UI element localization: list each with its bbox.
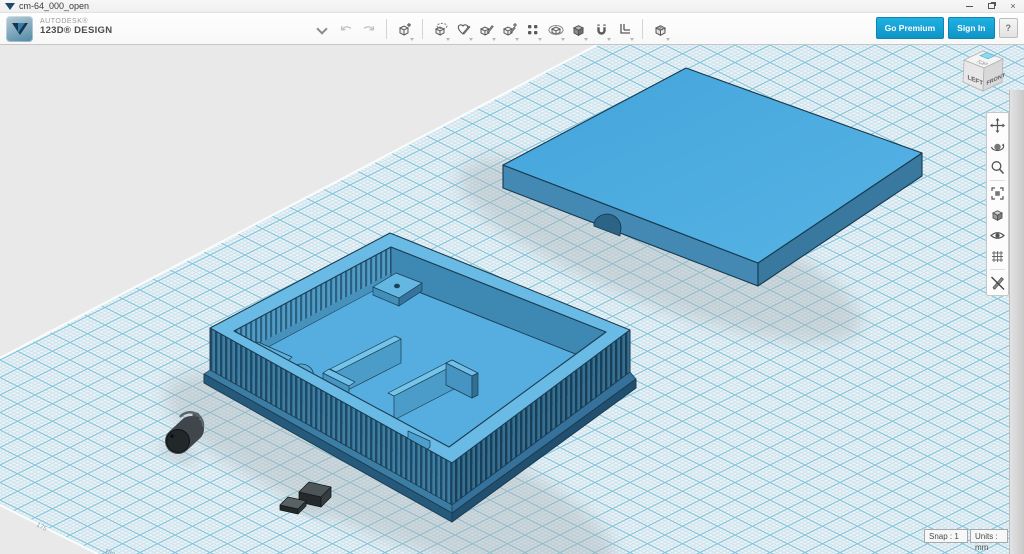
toolbar-separator — [642, 19, 643, 39]
close-button[interactable]: × — [1002, 0, 1024, 12]
pattern-button[interactable] — [521, 16, 544, 42]
scene-canvas: 175 180 — [0, 45, 1024, 554]
fit-button[interactable] — [987, 183, 1008, 204]
main-menu-chevron-icon[interactable] — [316, 23, 327, 34]
window-title: cm-64_000_open — [19, 1, 89, 11]
sign-in-button[interactable]: Sign In — [948, 17, 994, 39]
material-icon — [652, 21, 669, 38]
restore-button[interactable] — [980, 0, 1002, 12]
ruler-icon — [616, 21, 633, 38]
hide-sketches-button[interactable] — [987, 272, 1008, 293]
brand-block: AUTODESK® 123D® DESIGN — [40, 18, 112, 36]
snap-button[interactable] — [590, 16, 613, 42]
app-icon — [5, 3, 15, 10]
go-premium-button[interactable]: Go Premium — [876, 17, 945, 39]
pattern-icon — [524, 21, 541, 38]
redo-button[interactable] — [357, 16, 380, 42]
combine-button[interactable] — [567, 16, 590, 42]
pencil-slash-icon — [989, 274, 1006, 291]
zoom-button[interactable] — [987, 157, 1008, 178]
main-toolbar: AUTODESK® 123D® DESIGN — [0, 13, 1024, 45]
fit-icon — [989, 185, 1006, 202]
right-panel-strip[interactable] — [1009, 90, 1024, 554]
grid-toggle-button[interactable] — [987, 246, 1008, 267]
modify-button[interactable] — [498, 16, 521, 42]
restore-icon — [988, 3, 995, 9]
construct-icon — [478, 21, 495, 38]
account-buttons: Go Premium Sign In ? — [876, 17, 1018, 39]
construct-button[interactable] — [475, 16, 498, 42]
sketch-button[interactable] — [452, 16, 475, 42]
toolbar-separator — [386, 19, 387, 39]
3d-viewport[interactable]: 175 180 — [0, 45, 1024, 554]
toolbar-separator — [422, 19, 423, 39]
combine-icon — [570, 21, 587, 38]
autodesk-123d-logo-icon — [12, 23, 28, 35]
undo-button[interactable] — [334, 16, 357, 42]
grouping-icon — [547, 21, 564, 38]
eye-icon — [989, 227, 1006, 244]
grid-icon — [989, 248, 1006, 265]
orbit-icon — [989, 138, 1006, 155]
navigation-toolbar — [986, 112, 1009, 296]
redo-icon — [361, 21, 377, 37]
brand-123d-design: 123D® DESIGN — [40, 26, 112, 36]
nav-separator — [990, 180, 1005, 181]
pan-icon — [989, 117, 1006, 134]
shaded-box-icon — [989, 206, 1006, 223]
primitives-icon — [396, 21, 413, 38]
magnifier-icon — [989, 159, 1006, 176]
help-button[interactable]: ? — [999, 18, 1019, 38]
nav-separator — [990, 269, 1005, 270]
pan-button[interactable] — [987, 115, 1008, 136]
snap-setting[interactable]: Snap : 1 — [924, 529, 968, 543]
measure-button[interactable] — [613, 16, 636, 42]
visibility-button[interactable] — [987, 225, 1008, 246]
modify-icon — [501, 21, 518, 38]
units-setting[interactable]: Units : mm — [970, 529, 1008, 543]
minimize-button[interactable] — [958, 0, 980, 12]
title-bar: cm-64_000_open × — [0, 0, 1024, 13]
tool-icon-row — [334, 13, 672, 45]
material-button[interactable] — [649, 16, 672, 42]
view-mode-button[interactable] — [987, 204, 1008, 225]
view-cube[interactable]: TOP LEFT FRONT — [958, 48, 1012, 100]
app-logo[interactable] — [6, 16, 33, 42]
transform-icon — [432, 21, 449, 38]
undo-icon — [338, 21, 354, 37]
sketch-icon — [455, 21, 472, 38]
orbit-button[interactable] — [987, 136, 1008, 157]
magnet-icon — [593, 21, 610, 38]
transform-button[interactable] — [429, 16, 452, 42]
minimize-icon — [966, 6, 973, 7]
grouping-button[interactable] — [544, 16, 567, 42]
insert-primitives-button[interactable] — [393, 16, 416, 42]
window-controls: × — [958, 0, 1024, 12]
